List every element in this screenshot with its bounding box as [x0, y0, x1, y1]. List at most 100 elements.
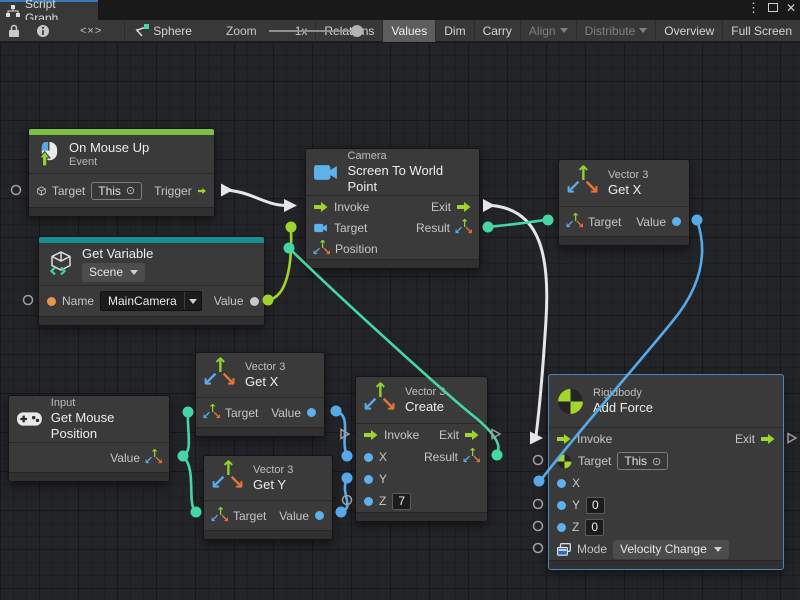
node-subtitle: Event [69, 156, 149, 168]
node-category: Rigidbody [593, 387, 653, 399]
vector3-port-icon[interactable]: ↑↙↘ [567, 215, 582, 229]
overview-button[interactable]: Overview [656, 20, 722, 42]
target-object-field[interactable]: This ⊙ [617, 452, 668, 470]
y-value-field[interactable]: 0 [586, 497, 605, 514]
variable-name-dropdown[interactable]: MainCamera [100, 291, 202, 311]
align-button[interactable]: Align [521, 20, 576, 42]
node-on-mouse-up[interactable]: On Mouse Up Event Target This ⊙ Trigger [28, 128, 215, 217]
vector3-port-icon[interactable]: ↑↙↘ [212, 509, 227, 523]
node-category: Vector 3 [245, 361, 285, 373]
target-object-field[interactable]: This ⊙ [91, 182, 142, 200]
node-title: Screen To World Point [348, 163, 469, 194]
tab-script-graph[interactable]: Script Graph [0, 0, 98, 20]
float-port-icon[interactable] [557, 479, 566, 488]
port-label-z: Z [379, 494, 386, 508]
float-port-icon[interactable] [557, 501, 566, 510]
float-port-icon[interactable] [672, 217, 681, 226]
rigidbody-port-icon[interactable] [557, 454, 572, 469]
camera-icon [314, 163, 339, 182]
port-label-target: Target [588, 215, 621, 229]
maximize-icon[interactable] [768, 3, 778, 12]
node-category: Camera [348, 150, 469, 162]
values-button[interactable]: Values [383, 20, 435, 42]
node-get-variable[interactable]: Get Variable Scene Name MainCamera Value [38, 236, 265, 326]
node-footer [559, 236, 689, 245]
port-label-invoke: Invoke [334, 200, 369, 214]
vector3-port-icon[interactable]: ↑↙↘ [146, 451, 161, 465]
dim-button[interactable]: Dim [436, 20, 473, 42]
flow-arrow-icon [557, 433, 571, 445]
unity-script-graph-window: Script Graph ⋮ ✕ <×> [0, 0, 800, 600]
gamepad-icon [17, 411, 42, 427]
port-label-result: Result [424, 450, 458, 464]
string-port-icon[interactable] [47, 297, 56, 306]
gameobject-cube-icon [37, 183, 46, 199]
object-picker-icon[interactable]: ⊙ [652, 455, 661, 468]
port-label-value: Value [214, 294, 244, 308]
vector3-port-icon[interactable]: ↑↙↘ [456, 221, 471, 235]
chevron-down-icon [714, 547, 722, 552]
clear-selection-button[interactable]: <×> [58, 20, 124, 42]
flow-arrow-icon [314, 201, 328, 213]
port-label-y: Y [379, 472, 387, 486]
distribute-button[interactable]: Distribute [577, 20, 656, 42]
carry-button[interactable]: Carry [475, 20, 520, 42]
window-menu-icon[interactable]: ⋮ [747, 1, 760, 14]
full-screen-button[interactable]: Full Screen [723, 20, 800, 42]
graph-pointer-button[interactable]: Sphere [125, 20, 200, 42]
float-port-icon[interactable] [307, 408, 316, 417]
vector3-port-icon[interactable]: ↑↙↘ [314, 242, 329, 256]
node-add-force[interactable]: Rigidbody Add Force Invoke Exit Target [548, 374, 784, 570]
chevron-down-icon [130, 270, 138, 275]
node-footer [549, 560, 783, 569]
distribute-label: Distribute [585, 24, 636, 38]
chevron-down-icon [639, 28, 647, 33]
node-screen-to-world-point[interactable]: Camera Screen To World Point Invoke Exit… [305, 148, 480, 269]
mode-dropdown[interactable]: Velocity Change [613, 540, 729, 559]
variable-icon [47, 251, 73, 277]
float-port-icon[interactable] [557, 523, 566, 532]
graph-toolbar: <×> Sphere Zoom 1x Relations Values Dim … [0, 20, 800, 42]
lock-button[interactable] [0, 20, 28, 42]
node-get-y[interactable]: ↑↙↘ Vector 3 Get Y ↑↙↘ Target Value [203, 455, 333, 540]
vector3-port-icon[interactable]: ↑↙↘ [464, 450, 479, 464]
rigidbody-icon [557, 388, 584, 415]
object-port-icon[interactable] [250, 297, 259, 306]
vector3-icon: ↑↙↘ [212, 463, 244, 493]
object-picker-icon[interactable]: ⊙ [126, 184, 135, 197]
variable-scope-dropdown[interactable]: Scene [82, 263, 145, 282]
float-port-icon[interactable] [364, 453, 373, 462]
node-category: Input [51, 397, 159, 409]
node-footer [9, 472, 169, 481]
float-port-icon[interactable] [364, 497, 373, 506]
port-label-target: Target [578, 454, 611, 468]
camera-port-icon[interactable] [314, 223, 328, 233]
port-label-invoke: Invoke [577, 432, 612, 446]
float-port-icon[interactable] [364, 475, 373, 484]
node-vector3-create[interactable]: ↑↙↘ Vector 3 Create Invoke Exit X Result… [355, 376, 488, 522]
node-footer [306, 259, 479, 268]
node-get-mouse-position[interactable]: Input Get Mouse Position Value ↑↙↘ [8, 395, 170, 482]
lock-icon [8, 24, 20, 38]
graph-hierarchy-icon [6, 5, 20, 17]
port-label-value: Value [279, 509, 309, 523]
z-value-field[interactable]: 0 [585, 519, 604, 536]
zoom-slider[interactable] [269, 20, 291, 42]
node-get-x-top[interactable]: ↑↙↘ Vector 3 Get X ↑↙↘ Target Value [558, 159, 690, 246]
node-category: Vector 3 [253, 464, 293, 476]
vector3-port-icon[interactable]: ↑↙↘ [204, 406, 219, 420]
float-port-icon[interactable] [315, 511, 324, 520]
port-label-x: X [572, 476, 580, 490]
info-button[interactable] [28, 20, 58, 42]
port-label-target: Target [334, 221, 367, 235]
close-icon[interactable]: ✕ [786, 2, 796, 14]
vector3-icon: ↑↙↘ [567, 168, 599, 198]
zoom-slider-handle[interactable] [351, 25, 363, 37]
port-label-result: Result [416, 221, 450, 235]
z-value-field[interactable]: 7 [392, 493, 411, 510]
mode-value: Velocity Change [620, 542, 707, 556]
enum-icon [557, 543, 571, 556]
port-label-exit: Exit [431, 200, 451, 214]
node-get-x-mid[interactable]: ↑↙↘ Vector 3 Get X ↑↙↘ Target Value [195, 352, 325, 437]
flow-arrow-icon [364, 429, 378, 441]
